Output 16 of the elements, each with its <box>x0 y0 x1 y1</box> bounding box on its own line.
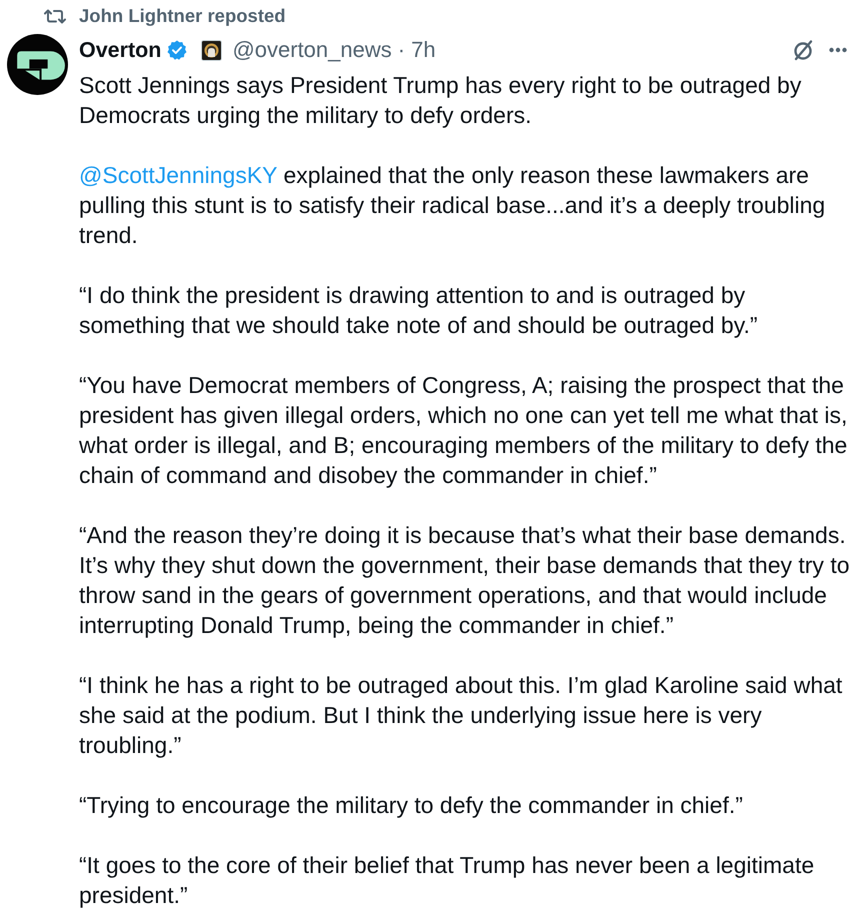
post-paragraph: “I think he has a right to be outraged about this. I’m glad Karoline said what she said at the podium. But I think the underlying issue here is very troubling.” <box>79 671 844 760</box>
repost-label: John Lightner reposted <box>79 5 286 27</box>
author-name[interactable]: Overton <box>79 37 162 63</box>
post-time[interactable]: 7h <box>411 37 436 63</box>
more-options-icon[interactable] <box>829 47 847 53</box>
repost-icon <box>44 8 66 24</box>
separator-dot: · <box>398 37 406 63</box>
avatar[interactable] <box>7 34 68 95</box>
post-paragraph: “And the reason they’re doing it is because that’s what their base demands. It’s why they shut down the government, their base demands that they try to throw sand in the gears of government operations, and that would include interrupting Donald Trump, being the commander in chief.” <box>79 521 850 640</box>
post-paragraph: “I do think the president is drawing attention to and is outraged by something that we should take note of and should be outraged by.” <box>79 281 759 340</box>
post-paragraph: “It goes to the core of their belief that Trump has never been a legitimate president.” <box>79 851 816 910</box>
post-paragraph: “Trying to encourage the military to defy the commander in chief.” <box>79 791 744 820</box>
author-handle[interactable]: @overton_news <box>232 37 392 63</box>
post-paragraph: “You have Democrat members of Congress, A; raising the prospect that the president has given illegal orders, which no one can yet tell me what that is, what order is illegal, and B; encouraging members of the military to defy the chain of command and disobey the commander in chief.” <box>79 371 848 490</box>
post-paragraph: @ScottJenningsKY explained that the only reason these lawmakers are pulling this stunt is to satisfy their radical base...and it’s a deeply troubling trend. <box>79 161 826 250</box>
post-paragraph: Scott Jennings says President Trump has every right to be outraged by Democrats urging the military to defy orders. <box>79 71 802 130</box>
